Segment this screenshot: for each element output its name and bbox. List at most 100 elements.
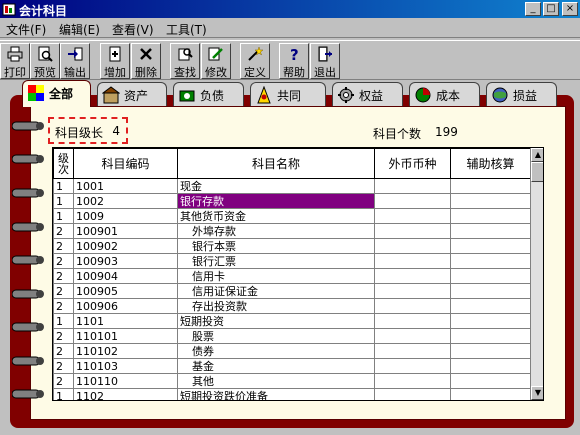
tab-asset[interactable]: 资产: [97, 82, 167, 106]
row-name-cell[interactable]: 其他: [177, 373, 375, 389]
minimize-button[interactable]: _: [525, 2, 541, 16]
row-name-cell[interactable]: 银行本票: [177, 238, 375, 254]
table-row[interactable]: 2 100905 信用证保证金: [53, 283, 531, 299]
row-currency-cell[interactable]: [374, 358, 451, 374]
close-button[interactable]: ×: [562, 2, 578, 16]
row-currency-cell[interactable]: [374, 253, 451, 269]
row-code-cell[interactable]: 100902: [73, 238, 178, 254]
row-name-cell[interactable]: 银行汇票: [177, 253, 375, 269]
find-button[interactable]: 查找: [170, 43, 200, 79]
table-row[interactable]: 2 100904 信用卡: [53, 268, 531, 284]
row-currency-cell[interactable]: [374, 268, 451, 284]
row-aux-cell[interactable]: [450, 298, 531, 314]
row-aux-cell[interactable]: [450, 253, 531, 269]
row-code-cell[interactable]: 110103: [73, 358, 178, 374]
header-name[interactable]: 科目名称: [177, 148, 375, 179]
tab-profit-loss[interactable]: 损益: [486, 82, 557, 106]
row-aux-cell[interactable]: [450, 178, 531, 194]
table-row[interactable]: 2 110110 其他: [53, 373, 531, 389]
row-name-cell[interactable]: 存出投资款: [177, 298, 375, 314]
table-row[interactable]: 2 110103 基金: [53, 358, 531, 374]
row-level-cell[interactable]: 2: [53, 238, 74, 254]
row-aux-cell[interactable]: [450, 238, 531, 254]
row-code-cell[interactable]: 100904: [73, 268, 178, 284]
row-aux-cell[interactable]: [450, 208, 531, 224]
row-name-cell[interactable]: 短期投资: [177, 313, 375, 329]
define-button[interactable]: 定义: [240, 43, 270, 79]
delete-button[interactable]: 删除: [131, 43, 161, 79]
tab-common[interactable]: 共同: [250, 82, 326, 106]
tab-equity[interactable]: 权益: [332, 82, 403, 106]
row-level-cell[interactable]: 1: [53, 178, 74, 194]
maximize-button[interactable]: □: [543, 2, 559, 16]
table-row[interactable]: 2 100903 银行汇票: [53, 253, 531, 269]
row-code-cell[interactable]: 1101: [73, 313, 178, 329]
tab-all[interactable]: 全部: [22, 80, 91, 107]
row-aux-cell[interactable]: [450, 343, 531, 359]
row-code-cell[interactable]: 100906: [73, 298, 178, 314]
row-aux-cell[interactable]: [450, 193, 531, 209]
menu-view[interactable]: 查看(V): [112, 21, 154, 38]
help-button[interactable]: ? 帮助: [279, 43, 309, 79]
row-aux-cell[interactable]: [450, 388, 531, 400]
scroll-thumb[interactable]: [531, 162, 543, 182]
table-row[interactable]: 1 1002 银行存款: [53, 193, 531, 209]
header-code[interactable]: 科目编码: [73, 148, 178, 179]
edit-button[interactable]: 修改: [201, 43, 231, 79]
row-currency-cell[interactable]: [374, 313, 451, 329]
table-row[interactable]: 2 100902 银行本票: [53, 238, 531, 254]
header-level[interactable]: 级次: [53, 148, 74, 179]
menu-tools[interactable]: 工具(T): [166, 21, 207, 38]
row-name-cell[interactable]: 外埠存款: [177, 223, 375, 239]
row-code-cell[interactable]: 100905: [73, 283, 178, 299]
row-name-cell[interactable]: 现金: [177, 178, 375, 194]
header-aux[interactable]: 辅助核算: [450, 148, 531, 179]
vertical-scrollbar[interactable]: ▲ ▼: [530, 148, 543, 400]
table-row[interactable]: 1 1101 短期投资: [53, 313, 531, 329]
scroll-up-icon[interactable]: ▲: [531, 148, 543, 162]
row-currency-cell[interactable]: [374, 328, 451, 344]
row-level-cell[interactable]: 2: [53, 223, 74, 239]
row-code-cell[interactable]: 1002: [73, 193, 178, 209]
row-name-cell[interactable]: 基金: [177, 358, 375, 374]
row-level-cell[interactable]: 2: [53, 253, 74, 269]
row-code-cell[interactable]: 1001: [73, 178, 178, 194]
row-name-cell[interactable]: 信用证保证金: [177, 283, 375, 299]
row-code-cell[interactable]: 110110: [73, 373, 178, 389]
row-name-cell[interactable]: 股票: [177, 328, 375, 344]
row-aux-cell[interactable]: [450, 268, 531, 284]
row-currency-cell[interactable]: [374, 178, 451, 194]
preview-button[interactable]: 预览: [30, 43, 60, 79]
tab-cost[interactable]: 成本: [409, 82, 480, 106]
row-code-cell[interactable]: 1009: [73, 208, 178, 224]
row-aux-cell[interactable]: [450, 328, 531, 344]
row-aux-cell[interactable]: [450, 373, 531, 389]
table-row[interactable]: 2 100906 存出投资款: [53, 298, 531, 314]
exit-button[interactable]: 退出: [310, 43, 340, 79]
row-code-cell[interactable]: 110101: [73, 328, 178, 344]
row-code-cell[interactable]: 100901: [73, 223, 178, 239]
row-code-cell[interactable]: 1102: [73, 388, 178, 400]
row-currency-cell[interactable]: [374, 388, 451, 400]
row-name-cell[interactable]: 其他货币资金: [177, 208, 375, 224]
tab-liability[interactable]: 负债: [173, 82, 244, 106]
row-level-cell[interactable]: 2: [53, 328, 74, 344]
row-currency-cell[interactable]: [374, 208, 451, 224]
row-name-cell[interactable]: 短期投资跌价准备: [177, 388, 375, 400]
export-button[interactable]: 输出: [60, 43, 90, 79]
row-level-cell[interactable]: 2: [53, 343, 74, 359]
row-currency-cell[interactable]: [374, 223, 451, 239]
table-row[interactable]: 2 110101 股票: [53, 328, 531, 344]
row-level-cell[interactable]: 1: [53, 208, 74, 224]
row-level-cell[interactable]: 2: [53, 283, 74, 299]
row-name-cell[interactable]: 银行存款: [177, 193, 375, 209]
row-currency-cell[interactable]: [374, 238, 451, 254]
row-aux-cell[interactable]: [450, 313, 531, 329]
row-currency-cell[interactable]: [374, 283, 451, 299]
row-aux-cell[interactable]: [450, 283, 531, 299]
menu-file[interactable]: 文件(F): [6, 21, 46, 38]
row-level-cell[interactable]: 1: [53, 388, 74, 400]
row-code-cell[interactable]: 110102: [73, 343, 178, 359]
row-currency-cell[interactable]: [374, 373, 451, 389]
header-currency[interactable]: 外币币种: [374, 148, 451, 179]
